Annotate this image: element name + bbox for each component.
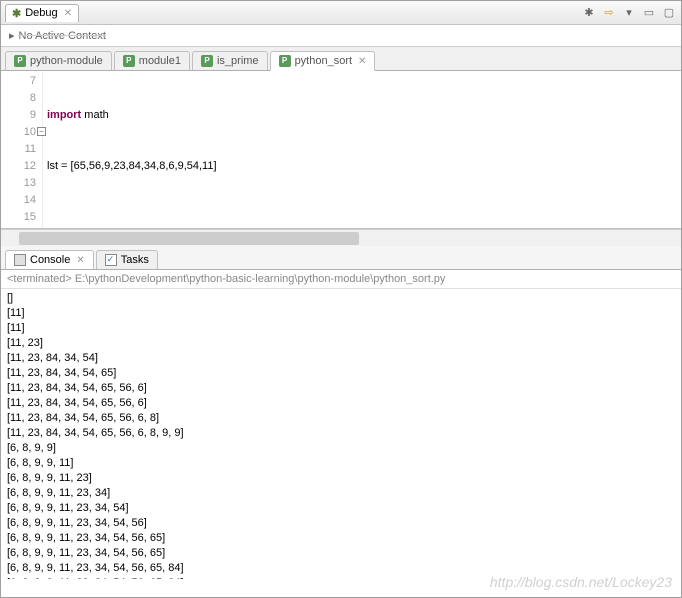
console-status: <terminated> E:\pythonDevelopment\python… [1, 270, 681, 289]
console-line: [6, 8, 9, 9] [7, 441, 675, 456]
gutter-line: 13 [3, 175, 36, 192]
console-line: [6, 8, 9, 9, 11, 23, 34, 54, 56] [7, 516, 675, 531]
console-line: [6, 8, 9, 9, 11, 23, 34, 54, 56, 65, 84] [7, 576, 675, 579]
gutter-line: 10− [3, 124, 36, 141]
horizontal-scrollbar[interactable] [1, 229, 681, 246]
gutter-line: 15 [3, 209, 36, 226]
gutter-line: 9 [3, 107, 36, 124]
console-line: [11, 23, 84, 34, 54, 65, 56, 6, 8] [7, 411, 675, 426]
editor-tab-label: python_sort [295, 55, 352, 67]
editor-tab-python-module[interactable]: Ppython-module [5, 51, 112, 70]
console-line: [] [7, 291, 675, 306]
tasks-tab-label: Tasks [121, 254, 149, 266]
python-file-icon: P [201, 55, 213, 67]
console-line: [11] [7, 321, 675, 336]
editor-tab-is-prime[interactable]: Pis_prime [192, 51, 268, 70]
console-line: [6, 8, 9, 9, 11, 23] [7, 471, 675, 486]
gutter-line: 11 [3, 141, 36, 158]
close-icon[interactable]: ✕ [358, 56, 366, 67]
expand-icon[interactable]: ▸ [9, 29, 15, 42]
gutter: 7 8 9 10− 11 12 13 14 15 [1, 71, 43, 228]
gutter-line: 14 [3, 192, 36, 209]
console-line: [6, 8, 9, 9, 11] [7, 456, 675, 471]
console-line: [11, 23, 84, 34, 54, 65, 56, 6] [7, 381, 675, 396]
python-file-icon: P [14, 55, 26, 67]
editor-tab-label: is_prime [217, 55, 259, 67]
console-output[interactable]: [] [11] [11] [11, 23] [11, 23, 84, 34, 5… [1, 289, 681, 579]
skip-breakpoints-icon[interactable]: ✱ [581, 5, 597, 21]
code-line: import math [47, 107, 677, 124]
console-line: [6, 8, 9, 9, 11, 23, 34, 54, 56, 65, 84] [7, 561, 675, 576]
console-line: [11, 23, 84, 34, 54, 65, 56, 6, 8, 9, 9] [7, 426, 675, 441]
gutter-line: 12 [3, 158, 36, 175]
editor-tab-module1[interactable]: Pmodule1 [114, 51, 190, 70]
debug-toolbar: ✱ ⇨ ▾ ▭ ▢ [581, 5, 677, 21]
debug-context-text: No Active Context [19, 30, 106, 42]
close-icon[interactable]: ✕ [64, 8, 72, 19]
console-line: [6, 8, 9, 9, 11, 23, 34, 54, 56, 65] [7, 531, 675, 546]
editor-tab-label: module1 [139, 55, 181, 67]
console-tab[interactable]: Console ✕ [5, 250, 94, 269]
tasks-tab[interactable]: Tasks [96, 250, 158, 269]
dropdown-icon[interactable]: ▾ [621, 5, 637, 21]
scrollbar-thumb[interactable] [19, 232, 359, 245]
python-file-icon: P [279, 55, 291, 67]
gutter-line: 7 [3, 73, 36, 90]
code-line: lst = [65,56,9,23,84,34,8,6,9,54,11] [47, 158, 677, 175]
console-line: [6, 8, 9, 9, 11, 23, 34] [7, 486, 675, 501]
step-icon[interactable]: ⇨ [601, 5, 617, 21]
bottom-panel-tabs: Console ✕ Tasks [1, 246, 681, 270]
maximize-icon[interactable]: ▢ [661, 5, 677, 21]
bug-icon: ✱ [12, 7, 21, 20]
fold-marker-icon[interactable]: − [37, 127, 46, 136]
console-tab-label: Console [30, 254, 70, 266]
console-line: [11, 23, 84, 34, 54, 65] [7, 366, 675, 381]
debug-view-header: ✱ Debug ✕ ✱ ⇨ ▾ ▭ ▢ [1, 1, 681, 25]
debug-view-tab[interactable]: ✱ Debug ✕ [5, 4, 79, 22]
close-icon[interactable]: ✕ [76, 255, 84, 266]
debug-view-title: Debug [25, 7, 57, 19]
console-icon [14, 254, 26, 266]
minimize-icon[interactable]: ▭ [641, 5, 657, 21]
debug-context-bar: ▸ No Active Context [1, 25, 681, 47]
console-line: [11, 23, 84, 34, 54] [7, 351, 675, 366]
console-line: [6, 8, 9, 9, 11, 23, 34, 54] [7, 501, 675, 516]
code-editor[interactable]: 7 8 9 10− 11 12 13 14 15 import math lst… [1, 71, 681, 229]
editor-tab-label: python-module [30, 55, 103, 67]
console-line: [6, 8, 9, 9, 11, 23, 34, 54, 56, 65] [7, 546, 675, 561]
editor-tab-python-sort[interactable]: Ppython_sort ✕ [270, 51, 376, 71]
editor-tabs: Ppython-module Pmodule1 Pis_prime Ppytho… [1, 47, 681, 71]
console-line: [11, 23, 84, 34, 54, 65, 56, 6] [7, 396, 675, 411]
console-line: [11, 23] [7, 336, 675, 351]
python-file-icon: P [123, 55, 135, 67]
code-line [47, 209, 677, 226]
code-area[interactable]: import math lst = [65,56,9,23,84,34,8,6,… [43, 71, 681, 228]
tasks-icon [105, 254, 117, 266]
gutter-line: 8 [3, 90, 36, 107]
console-line: [11] [7, 306, 675, 321]
